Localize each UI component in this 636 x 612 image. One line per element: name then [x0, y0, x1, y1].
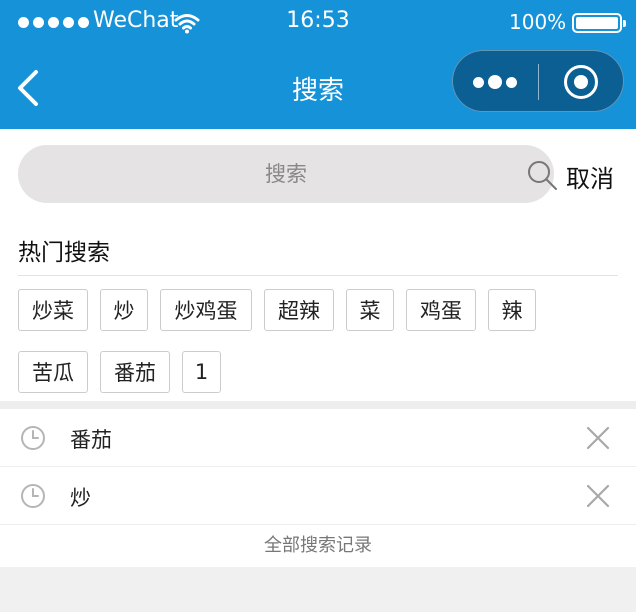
section-separator: [0, 401, 636, 409]
clock-icon: [21, 426, 45, 450]
clock-icon: [21, 484, 45, 508]
battery-icon: [572, 13, 626, 33]
history-term[interactable]: 番茄: [70, 424, 112, 454]
search-history: 番茄 炒 全部搜索记录: [0, 409, 636, 567]
hot-tag[interactable]: 炒: [100, 289, 148, 331]
hot-tag[interactable]: 炒鸡蛋: [160, 289, 252, 331]
more-dots-icon[interactable]: [473, 75, 517, 89]
battery-percent: 100%: [509, 10, 567, 34]
close-icon[interactable]: [584, 424, 612, 452]
cancel-button[interactable]: 取消: [566, 159, 614, 194]
hot-tag[interactable]: 鸡蛋: [406, 289, 476, 331]
history-item[interactable]: 番茄: [0, 409, 636, 467]
target-circle-icon[interactable]: [564, 65, 598, 99]
search-icon[interactable]: [526, 159, 558, 191]
history-term[interactable]: 炒: [70, 482, 91, 512]
hot-search-title: 热门搜索: [18, 240, 110, 266]
hot-tag[interactable]: 炒菜: [18, 289, 88, 331]
history-item[interactable]: 炒: [0, 467, 636, 525]
close-icon[interactable]: [584, 482, 612, 510]
hot-tag[interactable]: 超辣: [264, 289, 334, 331]
capsule-divider: [538, 64, 539, 100]
hot-tag[interactable]: 番茄: [100, 351, 170, 393]
all-history-link[interactable]: 全部搜索记录: [0, 525, 636, 567]
hot-search-divider: [18, 275, 618, 276]
hot-tag[interactable]: 1: [182, 351, 221, 393]
hot-tag[interactable]: 苦瓜: [18, 351, 88, 393]
hot-tag[interactable]: 辣: [488, 289, 536, 331]
search-panel: 取消 热门搜索 炒菜 炒 炒鸡蛋 超辣 菜 鸡蛋 辣 苦瓜 番茄 1: [0, 129, 636, 401]
top-bar: WeChat 16:53 100% 搜索: [0, 0, 636, 129]
status-bar: WeChat 16:53 100%: [0, 0, 636, 44]
search-box[interactable]: [18, 145, 557, 203]
mini-program-capsule: [452, 50, 624, 112]
search-input[interactable]: [18, 145, 554, 203]
hot-tag[interactable]: 菜: [346, 289, 394, 331]
